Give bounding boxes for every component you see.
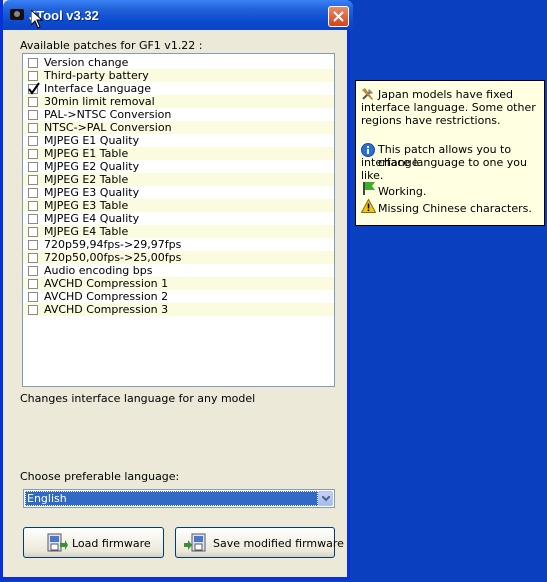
patch-label: MJPEG E4 Table [44, 225, 129, 238]
patch-item[interactable]: AVCHD Compression 2 [23, 290, 334, 303]
patch-label: MJPEG E1 Quality [44, 134, 140, 147]
patch-label: 720p50,00fps->25,00fps [44, 251, 182, 264]
close-icon [333, 11, 344, 22]
patch-item[interactable]: MJPEG E4 Quality [23, 212, 334, 225]
checkmark-icon [28, 82, 40, 95]
language-selected-value: English [25, 491, 318, 506]
close-button[interactable] [328, 6, 349, 27]
language-select[interactable]: English [23, 489, 335, 508]
patch-checkbox[interactable] [28, 279, 38, 289]
patch-item[interactable]: Version change [23, 56, 334, 69]
load-firmware-label: Load firmware [72, 537, 151, 550]
patch-item[interactable]: MJPEG E2 Table [23, 173, 334, 186]
info-icon [361, 143, 375, 157]
tooltip-line-1a: Japan models have fixed [378, 88, 513, 101]
patch-item[interactable]: AVCHD Compression 1 [23, 277, 334, 290]
patch-item[interactable]: 720p50,00fps->25,00fps [23, 251, 334, 264]
warning-icon [361, 199, 376, 213]
tooltip-line-1b: interface language. Some other [361, 101, 536, 114]
patch-item[interactable]: NTSC->PAL Conversion [23, 121, 334, 134]
patch-label: 720p59,94fps->29,97fps [44, 238, 182, 251]
patch-checkbox[interactable] [28, 162, 38, 172]
language-label: Choose preferable language: [20, 470, 180, 483]
mouse-cursor-icon [31, 10, 43, 29]
patch-label: AVCHD Compression 1 [44, 277, 169, 290]
patch-item[interactable]: Third-party battery [23, 69, 334, 82]
patch-label: MJPEG E4 Quality [44, 212, 140, 225]
camera-icon [10, 9, 24, 20]
patch-checkbox[interactable] [28, 227, 38, 237]
save-firmware-icon [184, 533, 206, 552]
patch-label: Third-party battery [44, 69, 149, 82]
patch-label: Interface Language [44, 82, 152, 95]
tooltip-line-1c: regions have restrictions. [361, 114, 501, 127]
patch-checkbox[interactable] [28, 123, 38, 133]
patch-label: MJPEG E2 Quality [44, 160, 140, 173]
status-working: Working. [378, 185, 427, 198]
patch-checkbox[interactable] [28, 292, 38, 302]
patch-label: Audio encoding bps [44, 264, 153, 277]
patch-label: MJPEG E1 Table [44, 147, 129, 160]
patch-description: Changes interface language for any model [20, 392, 256, 405]
jtool-window: JTool v3.32 Available patches for GF1 v1… [0, 0, 353, 580]
patch-item[interactable]: MJPEG E3 Quality [23, 186, 334, 199]
patch-item[interactable]: MJPEG E1 Table [23, 147, 334, 160]
patch-checkbox[interactable] [28, 97, 38, 107]
patch-checkbox[interactable] [28, 136, 38, 146]
patch-checkbox[interactable] [28, 305, 38, 315]
patch-item[interactable]: AVCHD Compression 3 [23, 303, 334, 316]
chevron-down-icon [322, 496, 330, 502]
patch-label: MJPEG E3 Table [44, 199, 129, 212]
title-bar[interactable]: JTool v3.32 [3, 0, 353, 30]
patch-label: Version change [44, 56, 129, 69]
patch-item[interactable]: MJPEG E4 Table [23, 225, 334, 238]
load-firmware-button[interactable]: Load firmware [23, 527, 164, 558]
patch-label: AVCHD Compression 3 [44, 303, 169, 316]
patches-header: Available patches for GF1 v1.22 : [20, 39, 203, 52]
patch-item[interactable]: MJPEG E1 Quality [23, 134, 334, 147]
patch-label: NTSC->PAL Conversion [44, 121, 172, 134]
patch-checkbox[interactable] [28, 188, 38, 198]
patch-item[interactable]: Audio encoding bps [23, 264, 334, 277]
status-warning: Missing Chinese characters. [378, 202, 532, 215]
patch-label: PAL->NTSC Conversion [44, 108, 172, 121]
patch-item[interactable]: PAL->NTSC Conversion [23, 108, 334, 121]
patch-checkbox[interactable] [28, 110, 38, 120]
patch-list[interactable]: Version change Third-party battery Interfa… [22, 53, 335, 387]
green-flag-icon [363, 182, 375, 195]
patch-checkbox[interactable] [28, 82, 40, 95]
patch-label: MJPEG E2 Table [44, 173, 129, 186]
patch-checkbox[interactable] [28, 266, 38, 276]
patch-checkbox[interactable] [28, 201, 38, 211]
tools-icon [362, 88, 373, 100]
patch-item[interactable]: 720p59,94fps->29,97fps [23, 238, 334, 251]
patch-label: MJPEG E3 Quality [44, 186, 140, 199]
patch-item[interactable]: MJPEG E3 Table [23, 199, 334, 212]
patch-checkbox[interactable] [28, 214, 38, 224]
patch-item[interactable]: 30min limit removal [23, 95, 334, 108]
patch-checkbox[interactable] [28, 253, 38, 263]
patch-label: AVCHD Compression 2 [44, 290, 169, 303]
tooltip-line-2b: interface language to one you like. [361, 156, 527, 182]
patch-item[interactable]: Interface Language [23, 82, 334, 95]
save-modified-firmware-button[interactable]: Save modified firmware [175, 527, 344, 558]
load-firmware-icon [47, 533, 68, 552]
patch-checkbox[interactable] [28, 71, 38, 81]
patch-info-tooltip: Japan models have fixed interface langua… [355, 80, 545, 226]
patch-label: 30min limit removal [44, 95, 155, 108]
patch-checkbox[interactable] [28, 240, 38, 250]
dropdown-arrow-button[interactable] [318, 491, 333, 506]
patch-checkbox[interactable] [28, 175, 38, 185]
patch-item[interactable]: MJPEG E2 Quality [23, 160, 334, 173]
patch-checkbox[interactable] [28, 149, 38, 159]
save-firmware-label: Save modified firmware [213, 537, 344, 550]
patch-checkbox[interactable] [28, 58, 38, 68]
